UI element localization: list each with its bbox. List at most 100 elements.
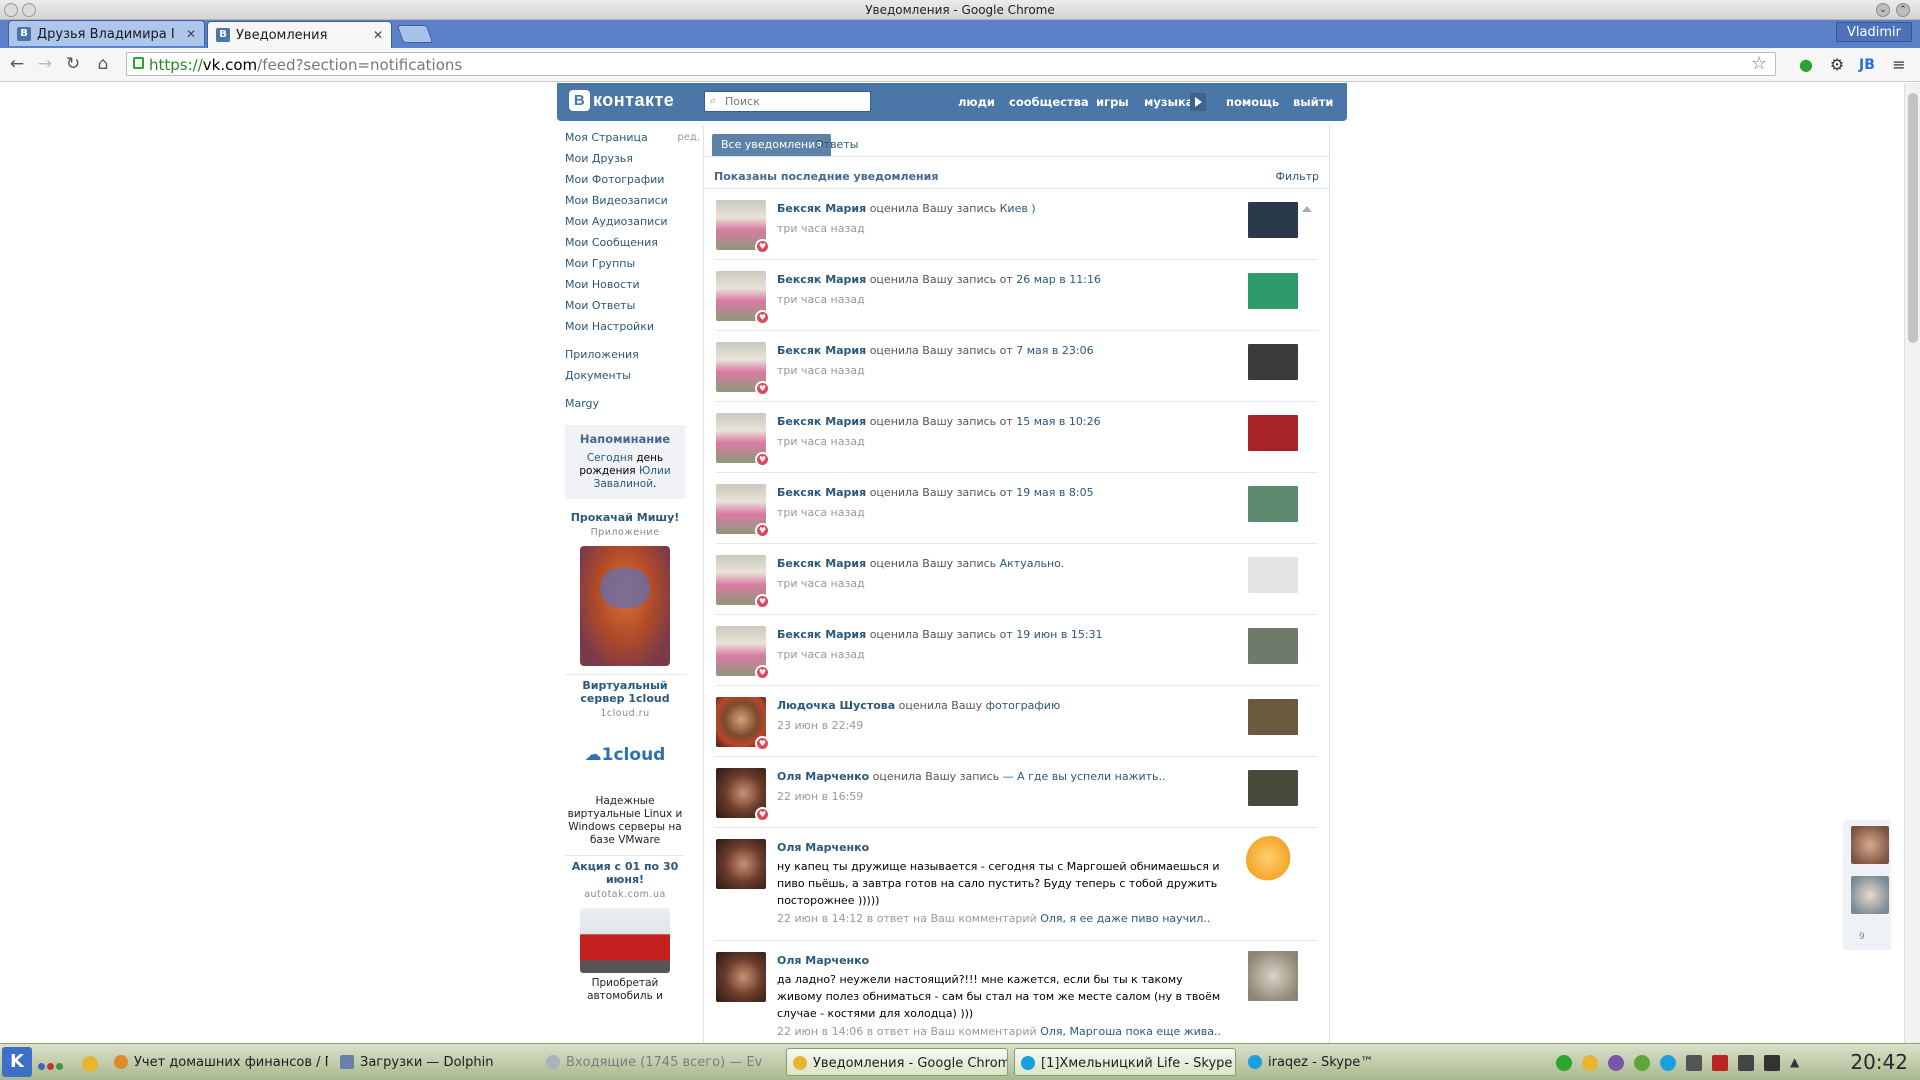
ad-block[interactable]: Виртуальный сервер 1cloud 1cloud.ru ☁1cl…	[565, 674, 685, 847]
user-link[interactable]: Бексяк Мария	[777, 486, 866, 499]
nav-logout[interactable]: выйти	[1293, 95, 1333, 109]
post-thumbnail[interactable]	[1248, 557, 1298, 593]
target-link[interactable]: 15 мая в 10:26	[1016, 415, 1100, 428]
post-thumbnail[interactable]	[1248, 770, 1298, 806]
new-tab-button[interactable]	[396, 25, 434, 43]
user-link[interactable]: Оля Марченко	[777, 841, 869, 854]
menu-settings[interactable]: Мои Настройки	[565, 317, 700, 338]
scrollbar-thumb[interactable]	[1908, 93, 1918, 343]
cloud-logo-icon[interactable]: ☁1cloud	[565, 745, 685, 775]
post-thumbnail[interactable]	[1248, 486, 1298, 522]
avatar[interactable]	[716, 952, 766, 1002]
ad-title[interactable]: Акция с 01 по 30 июня!	[565, 860, 685, 886]
nav-people[interactable]: люди	[958, 95, 995, 109]
chrome-launcher-icon[interactable]	[82, 1056, 98, 1072]
user-link[interactable]: Бексяк Мария	[777, 273, 866, 286]
reply-link[interactable]: Оля, я ее даже пиво научил..	[1040, 912, 1210, 925]
close-tab-icon[interactable]: ✕	[373, 28, 383, 42]
user-link[interactable]: Бексяк Мария	[777, 628, 866, 641]
car-ad-image[interactable]	[580, 908, 670, 973]
extension-leaf-icon[interactable]: ●	[1797, 56, 1815, 74]
ad-block[interactable]: Акция с 01 по 30 июня! autotak.com.ua Пр…	[565, 855, 685, 1003]
tab-replies[interactable]: Ответы	[806, 134, 867, 156]
menu-videos[interactable]: Мои Видеозаписи	[565, 191, 700, 212]
address-bar[interactable]: https://vk.com/feed?section=notification…	[126, 52, 1776, 76]
user-link[interactable]: Людочка Шустова	[777, 699, 895, 712]
user-link[interactable]: Оля Марченко	[777, 770, 869, 783]
post-thumbnail[interactable]	[1248, 273, 1298, 309]
gear-icon[interactable]: ⚙	[1828, 56, 1846, 74]
reload-icon[interactable]: ↻	[62, 54, 84, 74]
target-link[interactable]: 19 июн в 15:31	[1016, 628, 1102, 641]
play-icon[interactable]	[1190, 93, 1206, 111]
clock[interactable]: 20:42	[1850, 1050, 1908, 1074]
nav-games[interactable]: игры	[1096, 95, 1129, 109]
notification-item[interactable]: ♥ Бексяк Мария оценила Вашу запись от 15 …	[716, 402, 1318, 473]
post-thumbnail[interactable]	[1248, 415, 1298, 451]
user-link[interactable]: Бексяк Мария	[777, 557, 866, 570]
jetbrains-icon[interactable]: JB	[1858, 56, 1876, 74]
search-input[interactable]	[725, 95, 865, 108]
target-link[interactable]: фотографию	[986, 699, 1061, 712]
tray-viber-icon[interactable]	[1608, 1055, 1624, 1071]
post-thumbnail[interactable]	[1248, 628, 1298, 664]
post-thumbnail[interactable]	[1248, 951, 1298, 1001]
reminder-today-link[interactable]: Сегодня	[587, 452, 633, 464]
menu-news[interactable]: Мои Новости	[565, 275, 700, 296]
target-link[interactable]: Киев )	[1000, 202, 1036, 215]
reply-link[interactable]: Оля, Маргоша пока еще жива..	[1040, 1025, 1221, 1038]
menu-icon[interactable]: ≡	[1890, 56, 1908, 74]
bookmark-star-icon[interactable]: ☆	[1751, 53, 1767, 74]
post-thumbnail[interactable]	[1248, 344, 1298, 380]
user-link[interactable]: Оля Марченко	[777, 954, 869, 967]
tray-scissors-icon[interactable]	[1686, 1055, 1702, 1071]
tray-updates-icon[interactable]	[1634, 1055, 1650, 1071]
target-link[interactable]: 7 мая в 23:06	[1016, 344, 1093, 357]
tray-volume-icon[interactable]	[1738, 1055, 1754, 1071]
tray-skype-icon[interactable]	[1660, 1055, 1676, 1071]
edit-link[interactable]: ред.	[677, 128, 700, 148]
notification-item[interactable]: ♥ Бексяк Мария оценила Вашу запись Актуал…	[716, 544, 1318, 615]
tray-chrome-icon[interactable]	[1582, 1055, 1598, 1071]
forward-icon[interactable]: →	[34, 54, 56, 74]
notification-item[interactable]: ♥ Бексяк Мария оценила Вашу запись Киев )…	[716, 189, 1318, 260]
tab-notifications[interactable]: B Уведомления ✕	[207, 21, 392, 48]
target-link[interactable]: Актуально.	[1000, 557, 1065, 570]
chat-avatar[interactable]	[1851, 826, 1889, 864]
menu-apps[interactable]: Приложения	[565, 345, 700, 366]
user-link[interactable]: Бексяк Мария	[777, 344, 866, 357]
task-evolution[interactable]: Входящие (1745 всего) — Ev	[540, 1048, 780, 1076]
ad-block[interactable]: Прокачай Мишу! Приложение	[565, 507, 685, 666]
vk-search[interactable]: ⌕	[704, 91, 871, 112]
home-icon[interactable]: ⌂	[92, 54, 114, 74]
tab-friends[interactable]: B Друзья Владимира I ✕	[8, 20, 205, 46]
comment-item[interactable]: Оля Марченко ну капец ты дружище называет…	[716, 828, 1318, 941]
menu-photos[interactable]: Мои Фотографии	[565, 170, 700, 191]
target-link[interactable]: — А где вы успели нажить..	[1003, 770, 1166, 783]
menu-groups[interactable]: Мои Группы	[565, 254, 700, 275]
tray-leaf-icon[interactable]	[1556, 1055, 1572, 1071]
notification-item[interactable]: ♥ Бексяк Мария оценила Вашу запись от 7 м…	[716, 331, 1318, 402]
kde-start-icon[interactable]: K	[2, 1047, 32, 1077]
minimize-icon[interactable]: ⌄	[1876, 3, 1890, 17]
post-thumbnail[interactable]	[1248, 202, 1298, 238]
task-finance[interactable]: Учет домашних финансов / Г	[108, 1048, 328, 1076]
tray-expand-icon[interactable]: ▲	[1790, 1055, 1806, 1071]
task-skype-group[interactable]: [1]Хмельницкий Life - Skype	[1014, 1048, 1236, 1076]
url-text[interactable]: https://vk.com/feed?section=notification…	[149, 56, 462, 74]
vk-logo[interactable]: Вконтакте	[569, 90, 674, 114]
nav-help[interactable]: помощь	[1226, 95, 1279, 109]
nav-communities[interactable]: сообщества	[1009, 95, 1089, 109]
notification-item[interactable]: ♥ Оля Марченко оценила Вашу запись — А гд…	[716, 757, 1318, 828]
tray-battery-icon[interactable]	[1764, 1055, 1780, 1071]
close-tab-icon[interactable]: ✕	[186, 27, 196, 41]
tray-keyboard-layout-icon[interactable]	[1712, 1055, 1728, 1071]
avatar[interactable]	[716, 839, 766, 889]
back-icon[interactable]: ←	[6, 54, 28, 74]
menu-my-page[interactable]: Моя Страница ред.	[565, 128, 700, 149]
notification-item[interactable]: ♥ Бексяк Мария оценила Вашу запись от 19 …	[716, 615, 1318, 686]
menu-margy[interactable]: Margy	[565, 394, 700, 415]
page-scrollbar[interactable]	[1904, 83, 1920, 1043]
target-link[interactable]: 19 мая в 8:05	[1016, 486, 1093, 499]
task-dolphin[interactable]: Загрузки — Dolphin	[334, 1048, 534, 1076]
